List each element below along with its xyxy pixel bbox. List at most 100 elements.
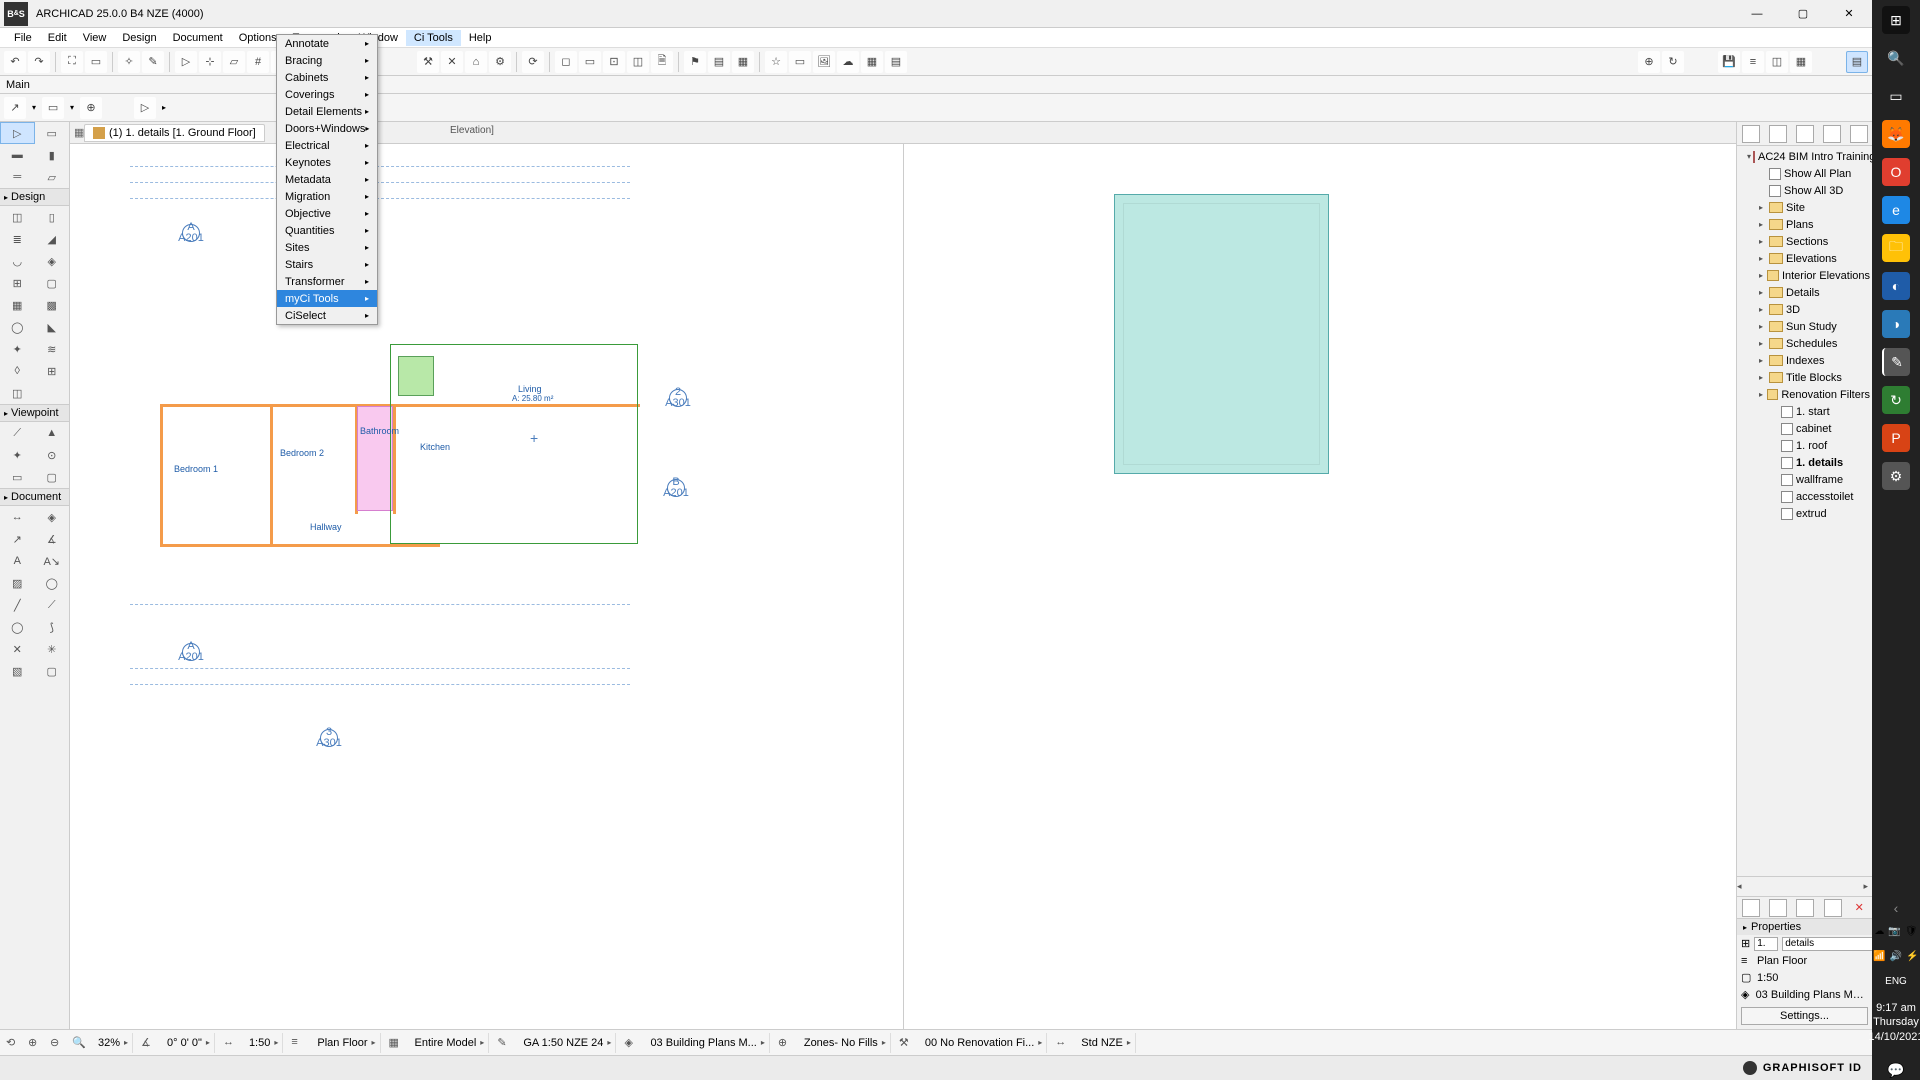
nav-item-1-start[interactable]: 1. start — [1739, 403, 1870, 420]
figure-tool[interactable]: ▧ — [0, 660, 35, 682]
measure-icon[interactable]: ⟳ — [522, 51, 544, 73]
menuitem-stairs[interactable]: Stairs▸ — [277, 256, 377, 273]
nav-item-title-blocks[interactable]: ▸Title Blocks — [1739, 369, 1870, 386]
grid-tool[interactable]: ⊞ — [35, 360, 70, 382]
graphisoft-id-bar[interactable]: GRAPHISOFT ID — [0, 1055, 1872, 1080]
extra-tool[interactable] — [35, 382, 70, 404]
tab-plan[interactable]: (1) 1. details [1. Ground Floor] — [84, 124, 265, 142]
section-marker-b[interactable]: BA201 — [667, 479, 685, 497]
angle-icon[interactable]: ∡ — [141, 1036, 155, 1050]
maximize-button[interactable]: ▢ — [1780, 0, 1826, 28]
nav-item-extrud[interactable]: extrud — [1739, 505, 1870, 522]
ruler-status-icon[interactable]: ↔ — [223, 1036, 237, 1050]
elevation-tool[interactable]: ▲ — [35, 422, 70, 444]
x-icon[interactable]: ✕ — [441, 51, 463, 73]
dim-status-icon[interactable]: ↔ — [1055, 1036, 1069, 1050]
nav-item-plans[interactable]: ▸Plans — [1739, 216, 1870, 233]
window-tool[interactable]: ▯ — [35, 206, 70, 228]
grid-icon[interactable]: # — [247, 51, 269, 73]
polyline-tool[interactable]: ◯ — [0, 616, 35, 638]
three-d-view-canvas[interactable]: (1) cabinet [3D / Selection, Story 1] ▾ — [904, 144, 1737, 1029]
menu-help[interactable]: Help — [461, 30, 500, 46]
section-marker-2[interactable]: 2A301 — [669, 389, 687, 407]
menuitem-coverings[interactable]: Coverings▸ — [277, 86, 377, 103]
page-icon[interactable]: 🗎 — [651, 51, 673, 73]
skylight-tool[interactable]: ◊ — [0, 360, 35, 382]
nav-item-elevations[interactable]: ▸Elevations — [1739, 250, 1870, 267]
tray-camera-icon[interactable]: 📷 — [1888, 926, 1900, 937]
menu-design[interactable]: Design — [114, 30, 164, 46]
section-marker-a[interactable]: AA201 — [182, 224, 200, 242]
nav-layout-icon[interactable] — [1796, 125, 1814, 143]
tray-wifi-icon[interactable]: 📶 — [1873, 951, 1885, 962]
redo-button[interactable]: ↷ — [28, 51, 50, 73]
nav-item-cabinet[interactable]: cabinet — [1739, 420, 1870, 437]
section-tool[interactable]: ⟋ — [0, 422, 35, 444]
tray-shield-icon[interactable]: 🛡 — [1905, 926, 1918, 937]
nav-act1-icon[interactable] — [1742, 899, 1760, 917]
pencil-icon[interactable]: ✎ — [142, 51, 164, 73]
nav-item-wallframe[interactable]: wallframe — [1739, 471, 1870, 488]
design-section-header[interactable]: ▸Design — [0, 188, 69, 206]
flag-icon[interactable]: ⚑ — [684, 51, 706, 73]
menu-document[interactable]: Document — [165, 30, 231, 46]
zoom-extents-icon[interactable]: ⛶ — [61, 51, 83, 73]
line-tool[interactable]: ╱ — [0, 594, 35, 616]
fill-tool[interactable]: ▨ — [0, 572, 35, 594]
pencil-app-icon[interactable]: ✎ — [1882, 348, 1910, 376]
star-icon[interactable]: ☆ — [765, 51, 787, 73]
nav-item-show-all-3d[interactable]: Show All 3D — [1739, 182, 1870, 199]
curtain-tool[interactable]: ▩ — [35, 294, 70, 316]
menuitem-cabinets[interactable]: Cabinets▸ — [277, 69, 377, 86]
globe-icon[interactable]: ⊕ — [1638, 51, 1660, 73]
roof-icon[interactable]: ⌂ — [465, 51, 487, 73]
nav-publisher-icon[interactable] — [1823, 125, 1841, 143]
nav-item-3d[interactable]: ▸3D — [1739, 301, 1870, 318]
model-status-icon[interactable]: ▦ — [389, 1036, 403, 1050]
marquee-icon[interactable]: ◻ — [555, 51, 577, 73]
angle-tool[interactable]: ∡ — [35, 528, 70, 550]
hammer-icon[interactable]: ⚒ — [417, 51, 439, 73]
menuitem-ciselect[interactable]: CiSelect▸ — [277, 307, 377, 324]
explorer-icon[interactable]: 🗀 — [1882, 234, 1910, 262]
status-zoom[interactable]: 32% — [98, 1037, 120, 1049]
nav-delete-icon[interactable]: ✕ — [1851, 900, 1867, 916]
wall-tool[interactable]: ▬ — [0, 144, 35, 166]
layout-icon[interactable]: ▦ — [1790, 51, 1812, 73]
menu-file[interactable]: File — [6, 30, 40, 46]
morph-tool[interactable]: ◈ — [35, 250, 70, 272]
fit-icon[interactable]: ⟲ — [6, 1036, 20, 1050]
tray-cloud-icon[interactable]: ☁ — [1874, 926, 1884, 937]
arrow-tool[interactable]: ▷ — [0, 122, 35, 144]
detail-tool[interactable]: ▭ — [0, 466, 35, 488]
menu-ci-tools[interactable]: Ci Tools — [406, 30, 461, 46]
cloud-icon[interactable]: ☁ — [837, 51, 859, 73]
label-tool[interactable]: A↘ — [35, 550, 70, 572]
menuitem-keynotes[interactable]: Keynotes▸ — [277, 154, 377, 171]
tray-vol-icon[interactable]: 🔊 — [1890, 951, 1902, 962]
nav-item-renovation-filters[interactable]: ▸Renovation Filters — [1739, 386, 1870, 403]
menuitem-electrical[interactable]: Electrical▸ — [277, 137, 377, 154]
image-icon[interactable]: 🖼 — [813, 51, 835, 73]
door-tool[interactable]: ◫ — [0, 206, 35, 228]
refresh-icon[interactable]: ↻ — [1662, 51, 1684, 73]
notifications-icon[interactable]: 💬 — [1882, 1060, 1910, 1080]
opera-icon[interactable]: O — [1882, 158, 1910, 186]
section-marker-a2[interactable]: AA201 — [182, 643, 200, 661]
sync-icon[interactable]: ↻ — [1882, 386, 1910, 414]
worksheet-tool[interactable]: ▢ — [35, 466, 70, 488]
settings-tray-icon[interactable]: ⚙ — [1882, 462, 1910, 490]
properties-settings-button[interactable]: Settings... — [1741, 1007, 1868, 1025]
minimize-button[interactable]: — — [1734, 0, 1780, 28]
marquee-tool-icon[interactable]: ▭ — [42, 97, 64, 119]
menuitem-objective[interactable]: Objective▸ — [277, 205, 377, 222]
crop-icon[interactable]: ⊡ — [603, 51, 625, 73]
plane-icon[interactable]: ▱ — [223, 51, 245, 73]
nav-item-accesstoilet[interactable]: accesstoilet — [1739, 488, 1870, 505]
views-icon[interactable]: ◫ — [1766, 51, 1788, 73]
menuitem-migration[interactable]: Migration▸ — [277, 188, 377, 205]
rect-icon[interactable]: ▭ — [579, 51, 601, 73]
search-icon[interactable]: 🔍 — [1882, 44, 1910, 72]
stair-tool[interactable]: ≣ — [0, 228, 35, 250]
card-icon[interactable]: ▭ — [789, 51, 811, 73]
